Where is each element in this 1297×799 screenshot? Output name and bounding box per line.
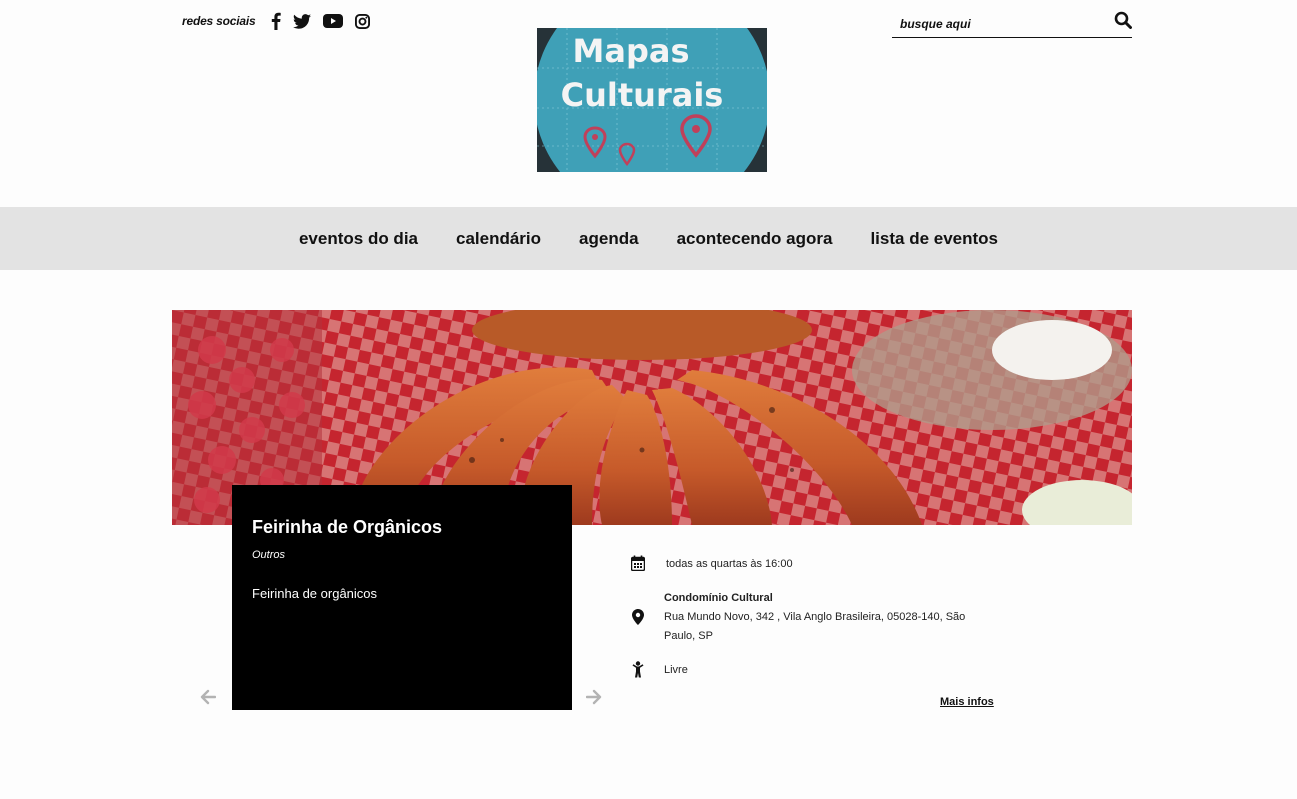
child-icon bbox=[630, 661, 646, 680]
nav-item-agenda[interactable]: agenda bbox=[579, 229, 639, 249]
event-title[interactable]: Feirinha de Orgânicos bbox=[252, 517, 442, 538]
social-label: redes sociais bbox=[182, 14, 256, 28]
event-rating-row: Livre bbox=[630, 661, 688, 680]
more-info-link[interactable]: Mais infos bbox=[940, 696, 994, 708]
calendar-icon bbox=[630, 555, 646, 574]
event-location-row: Condomínio Cultural Rua Mundo Novo, 342 … bbox=[630, 589, 965, 646]
nav-item-acontecendo-agora[interactable]: acontecendo agora bbox=[677, 229, 833, 249]
social-links: redes sociais bbox=[182, 9, 382, 33]
twitter-icon[interactable] bbox=[293, 13, 312, 29]
page: redes sociais Mapas Culturais busque aqu… bbox=[0, 0, 1297, 799]
youtube-icon[interactable] bbox=[323, 14, 344, 28]
event-card: Feirinha de Orgânicos Outros Feirinha de… bbox=[232, 485, 572, 710]
main-nav: eventos do dia calendário agenda acontec… bbox=[0, 207, 1297, 270]
event-description: Feirinha de orgânicos bbox=[252, 586, 378, 601]
logo-line1: Mapas bbox=[573, 32, 690, 70]
next-arrow-icon[interactable] bbox=[585, 689, 602, 710]
nav-item-calendario[interactable]: calendário bbox=[456, 229, 541, 249]
nav-item-lista-de-eventos[interactable]: lista de eventos bbox=[870, 229, 998, 249]
search-box bbox=[892, 8, 1132, 38]
search-input[interactable] bbox=[898, 14, 1102, 34]
event-category: Outros bbox=[252, 549, 286, 561]
nav-item-eventos-do-dia[interactable]: eventos do dia bbox=[299, 229, 418, 249]
logo-line2: Culturais bbox=[561, 76, 724, 114]
event-address-line1: Rua Mundo Novo, 342 , Vila Anglo Brasile… bbox=[664, 611, 966, 623]
previous-arrow-icon[interactable] bbox=[200, 689, 217, 710]
search-icon[interactable] bbox=[1114, 11, 1132, 34]
instagram-icon[interactable] bbox=[355, 13, 371, 29]
facebook-icon[interactable] bbox=[271, 12, 282, 30]
site-logo[interactable]: Mapas Culturais bbox=[537, 28, 767, 172]
event-address-line2: Paulo, SP bbox=[664, 630, 713, 642]
event-schedule: todas as quartas às 16:00 bbox=[666, 558, 793, 570]
event-venue[interactable]: Condomínio Cultural bbox=[664, 589, 965, 608]
event-schedule-row: todas as quartas às 16:00 bbox=[630, 555, 793, 574]
event-age-rating: Livre bbox=[664, 664, 688, 676]
location-pin-icon bbox=[630, 589, 646, 646]
